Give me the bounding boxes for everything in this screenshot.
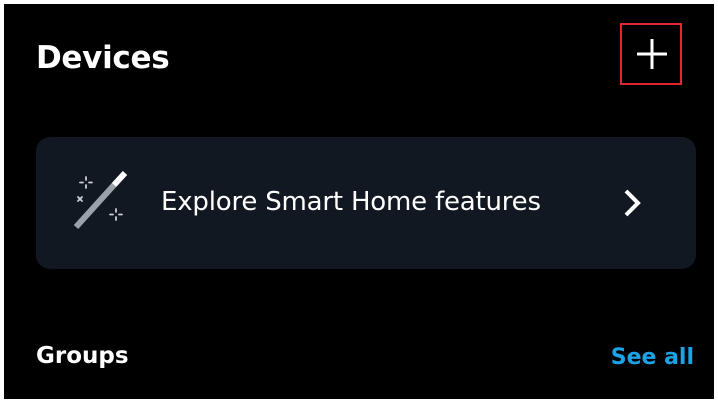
see-all-groups-link[interactable]: See all: [611, 344, 694, 372]
explore-card-label: Explore Smart Home features: [161, 187, 541, 217]
devices-screen: Devices Explore Smart Home features Grou…: [4, 4, 714, 399]
groups-section-title: Groups: [36, 343, 129, 369]
plus-icon: [637, 39, 667, 69]
chevron-right-icon: [624, 189, 641, 217]
page-title: Devices: [36, 40, 170, 76]
magic-wand-icon: [73, 171, 128, 230]
explore-smart-home-card[interactable]: Explore Smart Home features: [36, 137, 696, 269]
add-device-button[interactable]: [620, 23, 682, 85]
